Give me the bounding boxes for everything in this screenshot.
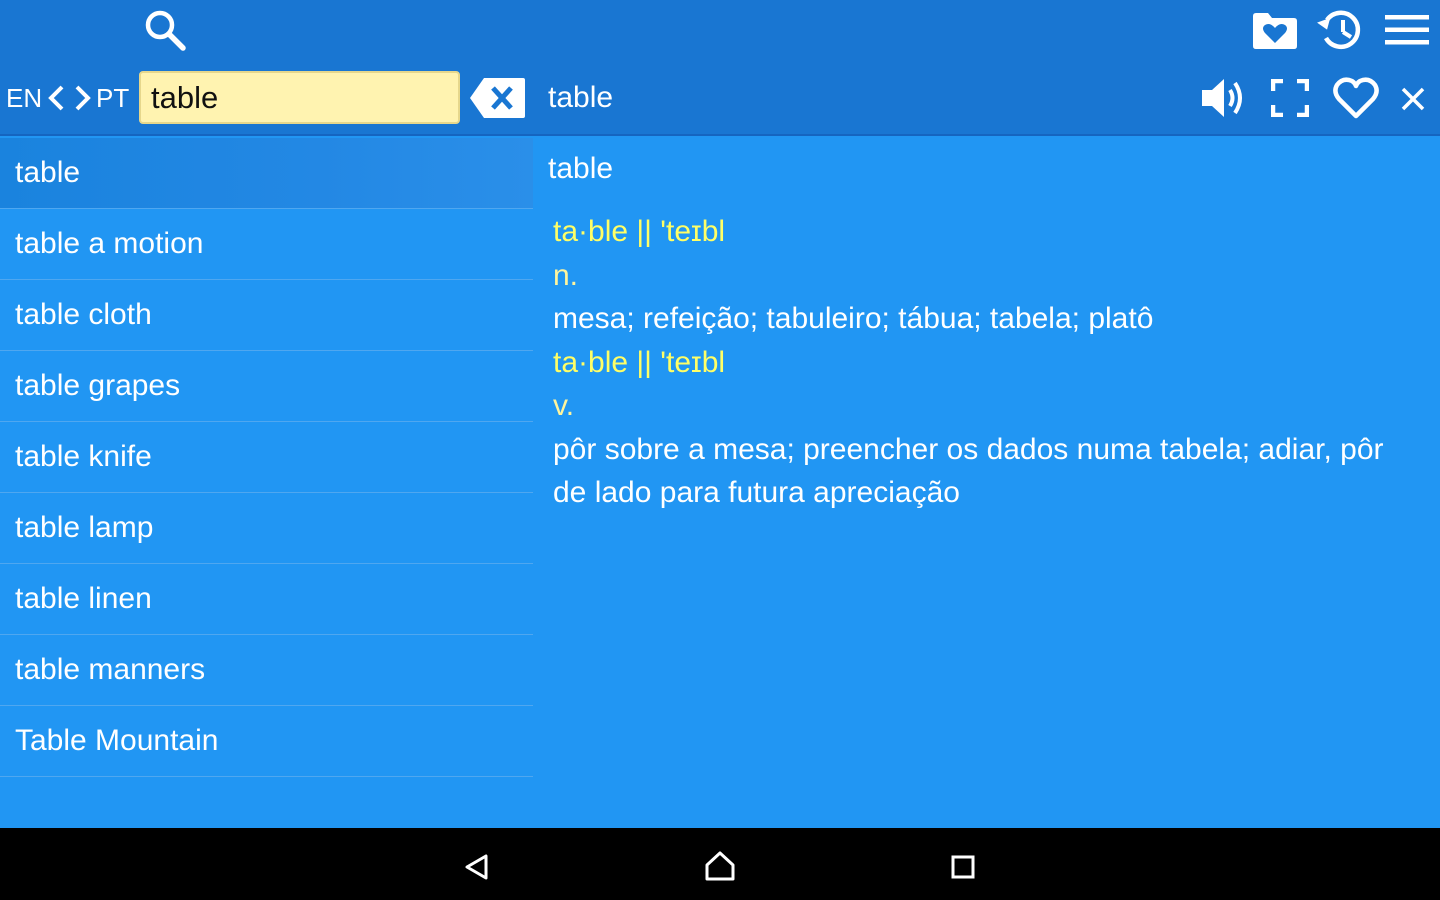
word-list: table table a motion table cloth table g…	[0, 138, 533, 777]
list-item[interactable]: table cloth	[0, 280, 533, 351]
clear-icon[interactable]	[470, 77, 526, 119]
list-item[interactable]: table manners	[0, 635, 533, 706]
chevron-right-icon[interactable]	[73, 84, 93, 112]
definition-entries: ta·ble || 'teɪbl n. mesa; refeição; tabu…	[553, 210, 1423, 515]
heart-icon[interactable]	[1332, 76, 1380, 120]
target-language[interactable]: PT	[96, 78, 129, 118]
header-word: table	[548, 81, 614, 114]
close-icon[interactable]	[1400, 86, 1426, 112]
pronunciation: ta·ble || 'teɪbl	[553, 345, 726, 379]
toolbar: EN PT table	[0, 0, 1440, 136]
speaker-icon[interactable]	[1200, 76, 1248, 120]
list-item[interactable]: table linen	[0, 564, 533, 635]
list-item-label: table linen	[15, 582, 152, 615]
list-item-label: Table Mountain	[15, 724, 219, 757]
list-item[interactable]: table grapes	[0, 351, 533, 422]
recents-icon[interactable]	[951, 855, 975, 879]
list-item-label: table manners	[15, 653, 206, 686]
list-item-label: table lamp	[15, 511, 154, 544]
source-language[interactable]: EN	[6, 78, 42, 118]
list-item-label: table	[15, 156, 81, 189]
menu-icon[interactable]	[1385, 14, 1429, 46]
history-icon[interactable]	[1316, 6, 1366, 54]
search-icon[interactable]	[143, 8, 187, 52]
home-icon[interactable]	[704, 851, 736, 881]
chevron-left-icon[interactable]	[46, 84, 66, 112]
list-item[interactable]: table a motion	[0, 209, 533, 280]
list-item[interactable]: table knife	[0, 422, 533, 493]
list-item[interactable]: Table Mountain	[0, 706, 533, 777]
list-item-label: table grapes	[15, 369, 181, 402]
part-of-speech: n.	[553, 258, 579, 292]
definition-pane: table ta·ble || 'teɪbl n. mesa; refeição…	[533, 138, 1440, 828]
navigation-bar	[0, 828, 1440, 900]
pronunciation: ta·ble || 'teɪbl	[553, 215, 726, 248]
fullscreen-icon[interactable]	[1271, 79, 1309, 117]
favorites-folder-icon[interactable]	[1251, 10, 1299, 50]
list-item-label: table a motion	[15, 227, 204, 260]
list-item[interactable]: table	[0, 138, 533, 209]
list-item[interactable]: table lamp	[0, 493, 533, 564]
back-icon[interactable]	[463, 853, 489, 881]
translation: pôr sobre a mesa; preencher os dados num…	[553, 432, 1384, 510]
part-of-speech: v.	[553, 389, 575, 422]
search-input[interactable]	[139, 71, 460, 124]
list-item-label: table knife	[15, 440, 152, 473]
definition-title: table	[548, 152, 614, 185]
translation: mesa; refeição; tabuleiro; tábua; tabela…	[553, 302, 1154, 335]
list-item-label: table cloth	[15, 298, 152, 331]
